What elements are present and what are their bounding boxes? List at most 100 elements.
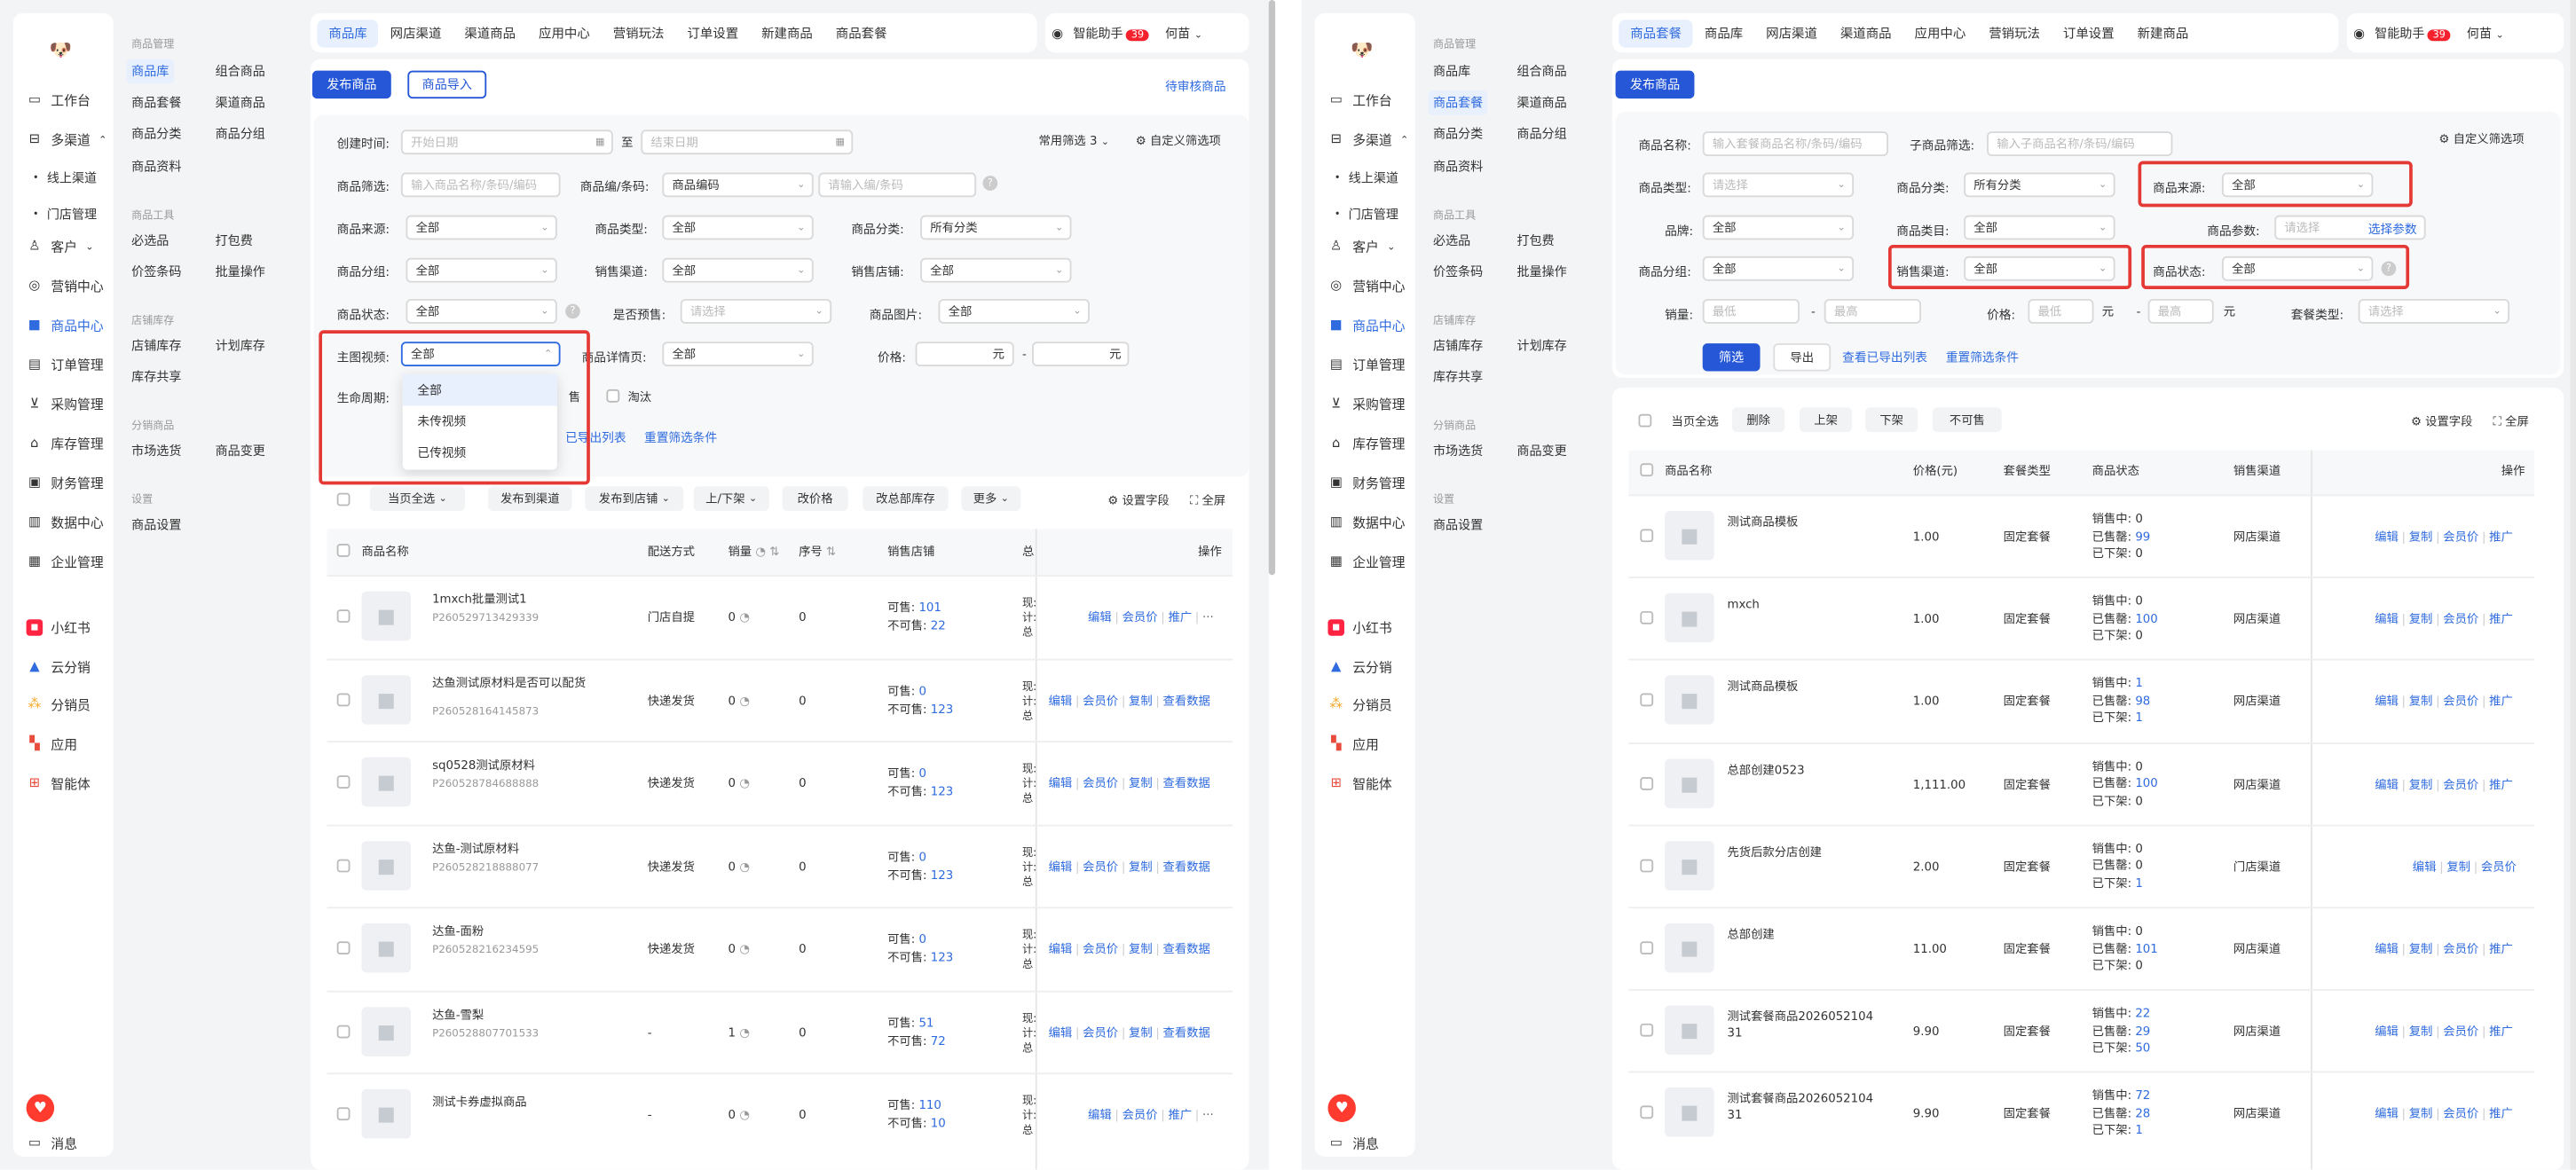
nav-online-channel[interactable]: • 线上渠道 [1335,162,1398,192]
subnav-plan-stock[interactable]: 计划库存 [1512,334,1572,358]
action-link[interactable]: 编辑 [2375,529,2399,544]
subnav-settings[interactable]: 商品设置 [127,513,186,538]
unavail-value[interactable]: 22 [931,617,946,632]
tab-2[interactable]: 渠道商品 [453,19,527,46]
nav-apps[interactable]: ▚ 应用 [1327,729,1379,758]
more-button[interactable]: 更多 ⌄ [961,486,1021,511]
action-link[interactable]: 会员价 [1083,693,1118,708]
filter-button[interactable]: 筛选 [1702,343,1761,372]
status-value[interactable]: 1 [2135,876,2142,891]
subnav-settings[interactable]: 商品设置 [1428,513,1487,538]
fullscreen-button[interactable]: ⛶ 全屏 [1190,493,1225,510]
subnav-combo[interactable]: 组合商品 [210,59,270,84]
cat2-select[interactable]: 全部 ⌄ [1964,215,2115,240]
tab-4[interactable]: 营销玩法 [602,19,676,46]
image-select[interactable]: 全部 ⌄ [938,299,1090,324]
row-checkbox[interactable] [336,609,351,623]
nav-workbench[interactable]: ▭ 工作台 [1327,85,1392,114]
subnav-batch[interactable]: 批量操作 [210,260,270,285]
action-link[interactable]: 会员价 [2443,776,2478,791]
nav-distributor[interactable]: ⁂ 分销员 [1327,690,1391,719]
subnav-packaging[interactable]: 打包费 [1512,228,1559,253]
avail-value[interactable]: 0 [918,849,926,864]
publish-button[interactable]: 发布商品 [1615,70,1695,99]
product-name[interactable]: 测试商品模板 [1727,679,1798,696]
subnav-price-tag[interactable]: 价签条码 [127,260,186,285]
pending-review-link[interactable]: 待审核商品 [1165,77,1225,95]
presale-select[interactable]: 请选择 ⌄ [680,299,832,324]
action-link[interactable]: 编辑 [1049,775,1073,790]
import-button[interactable]: 商品导入 [407,70,487,99]
action-link[interactable]: 会员价 [2443,529,2478,544]
action-link[interactable]: 编辑 [2375,941,2399,956]
subnav-change[interactable]: 商品变更 [210,438,270,463]
row-checkbox[interactable] [336,858,351,872]
action-link[interactable]: 编辑 [1049,1025,1073,1040]
action-link[interactable]: 编辑 [2375,1024,2399,1039]
subnav-channel-product[interactable]: 渠道商品 [210,90,270,115]
status-value[interactable]: 1 [2135,676,2142,691]
nav-xiaohongshu[interactable]: ■ 小红书 [26,613,91,642]
nav-agent[interactable]: ⊞ 智能体 [1327,769,1391,798]
status-select[interactable]: 全部 ⌄ [406,299,557,324]
action-link[interactable]: 复制 [1129,1025,1153,1040]
subnav-market[interactable]: 市场选货 [1428,438,1487,463]
action-link[interactable]: 推广 [2489,694,2513,709]
publish-channel-button[interactable]: 发布到渠道 [488,486,572,511]
subnav-product-lib[interactable]: 商品库 [126,59,174,84]
action-link[interactable]: 复制 [2409,1106,2433,1121]
status-value[interactable]: 1 [2135,1123,2142,1138]
nav-data[interactable]: ▥ 数据中心 [1327,507,1406,537]
row-checkbox[interactable] [1640,941,1654,955]
action-link[interactable]: ··· [1202,609,1214,624]
product-name[interactable]: 测试套餐商品2026052104 31 [1727,1091,1873,1124]
price-min-input[interactable]: 最低 [2028,299,2094,324]
action-link[interactable]: 推广 [2489,611,2513,626]
action-link[interactable]: 复制 [2409,611,2433,626]
action-link[interactable]: 编辑 [2413,859,2437,874]
action-link[interactable]: 会员价 [2443,694,2478,709]
product-name[interactable]: 总部创建0523 [1727,762,1804,779]
avail-value[interactable]: 51 [918,1015,934,1030]
status-value[interactable]: 99 [2135,528,2150,543]
subnav-market[interactable]: 市场选货 [127,438,186,463]
set-fields-button[interactable]: ⚙ 设置字段 [1107,493,1169,510]
product-name[interactable]: 达鱼-测试原材料 [432,840,596,857]
assistant-button[interactable]: 智能助手 39 [2375,24,2451,42]
subnav-price-tag[interactable]: 价签条码 [1428,260,1487,285]
row-checkbox[interactable] [1640,1106,1654,1119]
action-link[interactable]: 编辑 [2375,611,2399,626]
nav-inventory[interactable]: ⌂ 库存管理 [27,428,104,458]
group-select[interactable]: 全部 ⌄ [406,257,557,283]
action-link[interactable]: 推广 [2489,529,2513,544]
nav-enterprise[interactable]: ▦ 企业管理 [1327,547,1406,577]
code-input[interactable]: 请输入编/条码 [818,172,977,198]
detail-select[interactable]: 全部 ⌄ [662,342,814,367]
nav-store-mgmt[interactable]: • 门店管理 [1335,199,1398,228]
assistant-button[interactable]: 智能助手 39 [1073,24,1149,42]
tab-3[interactable]: 应用中心 [527,19,602,46]
reset-filter-link[interactable]: 重置筛选条件 [644,428,717,446]
action-link[interactable]: 推广 [2489,941,2513,956]
child-input[interactable]: 输入子商品名称/条码/编码 [1987,131,2173,156]
action-link[interactable]: 会员价 [1123,1107,1158,1122]
like-icon[interactable]: ♥ [26,1094,55,1122]
change-stock-button[interactable]: 改总部库存 [863,486,949,511]
publish-store-button[interactable]: 发布到店铺 ⌄ [585,486,684,511]
action-link[interactable]: ··· [1202,1107,1214,1122]
sale-store-select[interactable]: 全部 ⌄ [920,257,1072,283]
off-shelf-button[interactable]: 下架 [1865,407,1918,433]
subnav-info[interactable]: 商品资料 [1428,154,1487,179]
nav-message[interactable]: ▭ 消息 [27,1128,77,1158]
unavail-value[interactable]: 10 [931,1116,946,1131]
action-link[interactable]: 查看数据 [1163,941,1210,956]
shelf-button[interactable]: 上/下架 ⌄ [693,486,769,511]
status-value[interactable]: 1 [2135,711,2142,726]
action-link[interactable]: 会员价 [1083,1025,1118,1040]
nav-cloud-dist[interactable]: ▲ 云分销 [1327,652,1392,681]
status-value[interactable]: 100 [2135,775,2157,790]
avail-value[interactable]: 0 [918,766,926,781]
params-select-link[interactable]: 选择参数 [2368,220,2417,238]
row-checkbox[interactable] [1640,529,1654,543]
type-select[interactable]: 请选择 ⌄ [1702,172,1855,198]
